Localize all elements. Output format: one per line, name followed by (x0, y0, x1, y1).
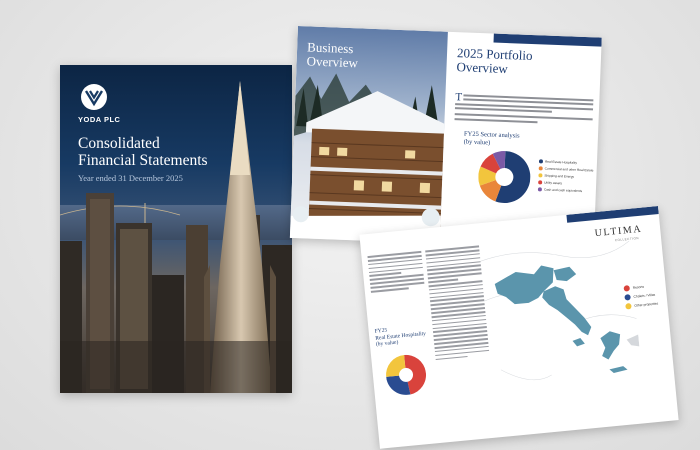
cover-title-line1: Consolidated (78, 135, 160, 152)
text-column-1 (367, 250, 425, 295)
legend-swatch (538, 166, 543, 171)
ultima-collection-map-page: ULTIMA COLLECTION FY25 Real Estate Hospi… (359, 206, 679, 449)
chalet-photo-page: Business Overview (289, 26, 448, 244)
sector-analysis-title: FY25 Sector analysis (by value) (463, 130, 520, 148)
portfolio-overview-title: 2025 Portfolio Overview (456, 45, 533, 77)
yoda-v-logo-icon (81, 84, 107, 110)
fy25-hospitality-title: FY25 Real Estate Hospitality (by value) (374, 324, 426, 348)
hospitality-donut-chart (386, 354, 426, 395)
cover-subtitle: Year ended 31 December 2025 (78, 173, 183, 183)
legend-label: Cash and cash equivalents (543, 187, 583, 194)
sector-analysis-donut-chart (478, 151, 531, 204)
legend-item: Cash and cash equivalents (537, 187, 593, 196)
company-name: YODA PLC (78, 115, 121, 124)
property-type-legend: Resorts Chalets / Villas Other properties (623, 281, 658, 311)
legend-swatch (537, 187, 542, 192)
biz-title-line2: Overview (306, 53, 359, 71)
legend-label: Other properties (634, 300, 659, 308)
legend-item: Other properties (625, 298, 659, 310)
page-header-strip (493, 33, 602, 47)
legend-label: Chalets / Villas (633, 292, 656, 299)
legend-swatch (538, 173, 543, 178)
intro-text-block (454, 94, 594, 127)
europe-properties-map (480, 240, 640, 381)
business-overview-title: Business Overview (306, 39, 359, 71)
legend-swatch (538, 159, 544, 164)
legend-swatch (623, 284, 630, 292)
cover-title-line2: Financial Statements (78, 152, 208, 169)
legend-swatch (624, 293, 631, 301)
sector-legend: Real Estate Hospitality Commercial and ot… (537, 159, 594, 196)
donut-slice (386, 375, 411, 395)
legend-swatch (538, 180, 543, 185)
legend-label: Resorts (632, 284, 645, 290)
cover-title: Consolidated Financial Statements (78, 135, 208, 169)
legend-swatch (625, 302, 632, 310)
donut-slice (386, 355, 406, 377)
port-title-line2: Overview (456, 59, 509, 77)
annual-report-cover: YODA PLC Consolidated Financial Statemen… (60, 65, 292, 393)
